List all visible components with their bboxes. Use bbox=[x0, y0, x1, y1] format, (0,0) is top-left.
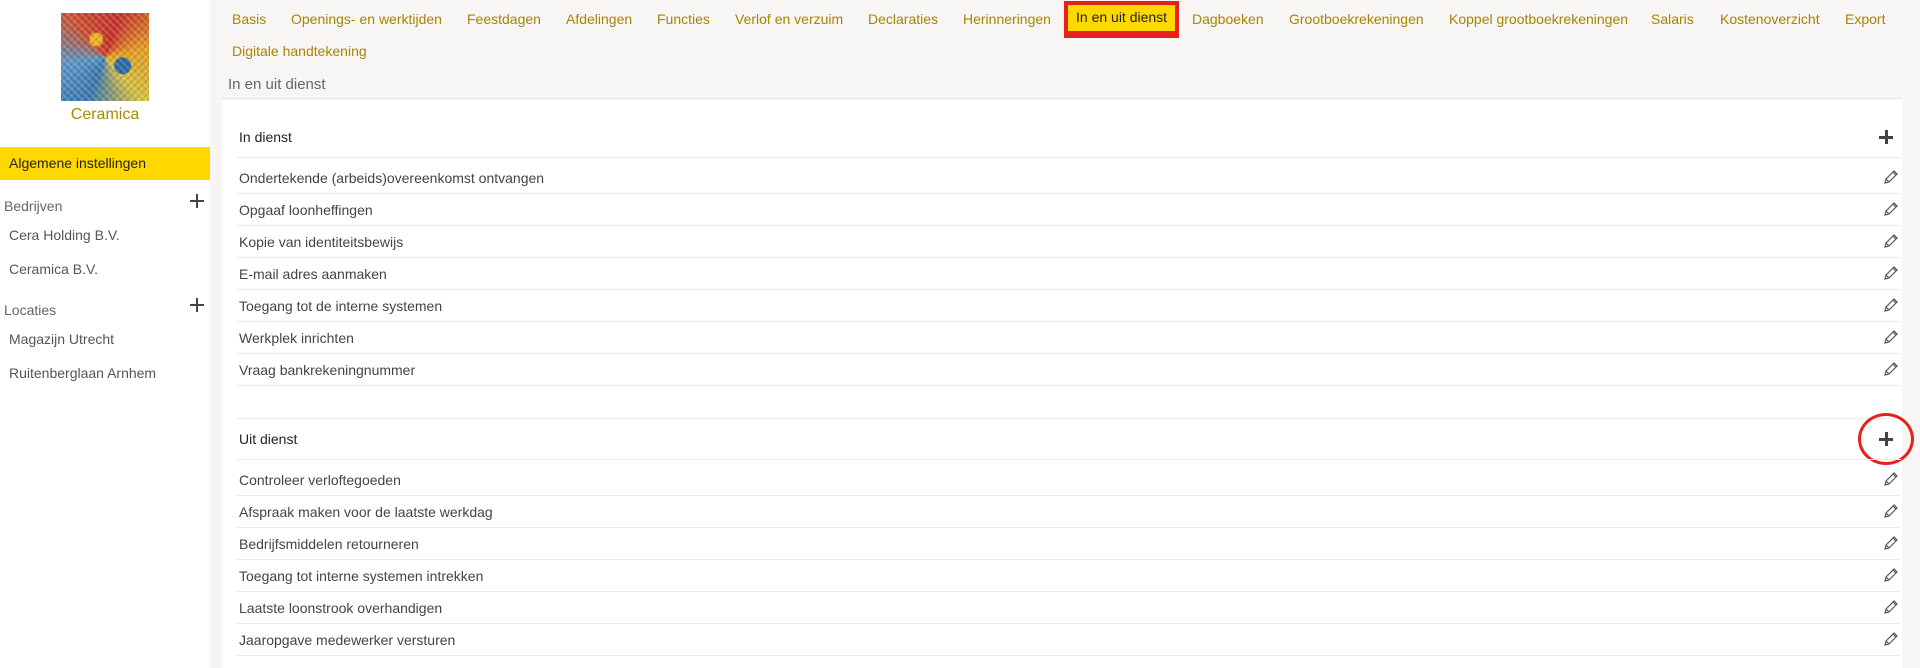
pencil-icon[interactable] bbox=[1883, 599, 1899, 615]
list-item-label: Bedrijfsmiddelen retourneren bbox=[239, 536, 419, 552]
tab-functies[interactable]: Functies bbox=[657, 11, 710, 27]
tab-afdelingen[interactable]: Afdelingen bbox=[566, 11, 632, 27]
pencil-icon[interactable] bbox=[1883, 297, 1899, 313]
tab-dagboeken[interactable]: Dagboeken bbox=[1192, 11, 1264, 27]
list-item: Toegang tot interne systemen intrekken bbox=[236, 560, 1901, 592]
pencil-icon[interactable] bbox=[1883, 361, 1899, 377]
list-item-label: Jaaropgave medewerker versturen bbox=[239, 632, 456, 648]
list-item-label: Ondertekende (arbeids)overeenkomst ontva… bbox=[239, 170, 545, 186]
list-item: E-mail adres aanmaken bbox=[236, 258, 1901, 290]
sidebar-section-locaties: Locaties bbox=[4, 302, 57, 318]
sidebar-item-magazijn-utrecht[interactable]: Magazijn Utrecht bbox=[9, 331, 114, 347]
pencil-icon[interactable] bbox=[1883, 265, 1899, 281]
list-item: Ondertekende (arbeids)overeenkomst ontva… bbox=[236, 162, 1901, 194]
list-item-label: Opgaaf loonheffingen bbox=[239, 202, 373, 218]
pencil-icon[interactable] bbox=[1883, 503, 1899, 519]
group-title-uit-dienst: Uit dienst bbox=[239, 431, 298, 447]
tab-herinneringen[interactable]: Herinneringen bbox=[963, 11, 1051, 27]
divider bbox=[222, 98, 1902, 99]
tab-salaris[interactable]: Salaris bbox=[1651, 11, 1694, 27]
list-item-label: Controleer verloftegoeden bbox=[239, 472, 401, 488]
list-item-label: Toegang tot interne systemen intrekken bbox=[239, 568, 484, 584]
list-item: Laatste loonstrook overhandigen bbox=[236, 592, 1901, 624]
tab-declaraties[interactable]: Declaraties bbox=[868, 11, 938, 27]
list-item-label: Afspraak maken voor de laatste werkdag bbox=[239, 504, 493, 520]
sidebar-item-ceramica-bv[interactable]: Ceramica B.V. bbox=[9, 261, 98, 277]
group-title-in-dienst: In dienst bbox=[239, 129, 292, 145]
tab-grootboekrekeningen[interactable]: Grootboekrekeningen bbox=[1289, 11, 1424, 27]
highlight-circle bbox=[1858, 413, 1914, 465]
tab-basis[interactable]: Basis bbox=[232, 11, 266, 27]
pencil-icon[interactable] bbox=[1883, 631, 1899, 647]
list-item: Afspraak maken voor de laatste werkdag bbox=[236, 496, 1901, 528]
pencil-icon[interactable] bbox=[1883, 233, 1899, 249]
list-item: Bedrijfsmiddelen retourneren bbox=[236, 528, 1901, 560]
add-bedrijf-plus-icon[interactable] bbox=[190, 194, 204, 208]
list-item: Opgaaf loonheffingen bbox=[236, 194, 1901, 226]
list-item-label: Vraag bankrekeningnummer bbox=[239, 362, 416, 378]
breadcrumb: In en uit dienst bbox=[228, 76, 326, 93]
tab-in-uit-dienst[interactable]: In en uit dienst bbox=[1063, 1, 1180, 38]
pencil-icon[interactable] bbox=[1883, 471, 1899, 487]
add-in-dienst-plus-icon[interactable] bbox=[1879, 130, 1893, 144]
list-item-label: E-mail adres aanmaken bbox=[239, 266, 387, 282]
company-name[interactable]: Ceramica bbox=[0, 106, 210, 124]
tab-koppel-grootboekrekeningen[interactable]: Koppel grootboekrekeningen bbox=[1449, 11, 1628, 27]
pencil-icon[interactable] bbox=[1883, 567, 1899, 583]
pencil-icon[interactable] bbox=[1883, 169, 1899, 185]
list-item: Controleer verloftegoeden bbox=[236, 464, 1901, 496]
tab-feestdagen[interactable]: Feestdagen bbox=[467, 11, 541, 27]
company-logo bbox=[61, 13, 149, 101]
list-item-label: Toegang tot de interne systemen bbox=[239, 298, 443, 314]
tab-export[interactable]: Export bbox=[1845, 11, 1885, 27]
tab-kostenoverzicht[interactable]: Kostenoverzicht bbox=[1720, 11, 1820, 27]
list-item-label: Kopie van identiteitsbewijs bbox=[239, 234, 404, 250]
pencil-icon[interactable] bbox=[1883, 329, 1899, 345]
list-item-label: Werkplek inrichten bbox=[239, 330, 354, 346]
tab-openings-werktijden[interactable]: Openings- en werktijden bbox=[291, 11, 442, 27]
sidebar-item-algemene-instellingen[interactable]: Algemene instellingen bbox=[0, 147, 210, 180]
divider bbox=[236, 157, 1901, 158]
divider bbox=[236, 459, 1901, 460]
add-locatie-plus-icon[interactable] bbox=[190, 298, 204, 312]
sidebar-section-bedrijven: Bedrijven bbox=[4, 198, 63, 214]
tab-verlof-verzuim[interactable]: Verlof en verzuim bbox=[735, 11, 843, 27]
tab-digitale-handtekening[interactable]: Digitale handtekening bbox=[232, 43, 367, 59]
pencil-icon[interactable] bbox=[1883, 201, 1899, 217]
list-item: Werkplek inrichten bbox=[236, 322, 1901, 354]
sidebar-item-ruitenberglaan-arnhem[interactable]: Ruitenberglaan Arnhem bbox=[9, 365, 156, 381]
list-item: Toegang tot de interne systemen bbox=[236, 290, 1901, 322]
sidebar: Ceramica Algemene instellingen Bedrijven… bbox=[0, 0, 210, 668]
list-item: Vraag bankrekeningnummer bbox=[236, 354, 1901, 386]
pencil-icon[interactable] bbox=[1883, 535, 1899, 551]
divider bbox=[236, 418, 1901, 419]
list-item-label: Laatste loonstrook overhandigen bbox=[239, 600, 443, 616]
list-item: Kopie van identiteitsbewijs bbox=[236, 226, 1901, 258]
sidebar-item-cera-holding[interactable]: Cera Holding B.V. bbox=[9, 227, 120, 243]
list-item: Jaaropgave medewerker versturen bbox=[236, 624, 1901, 656]
